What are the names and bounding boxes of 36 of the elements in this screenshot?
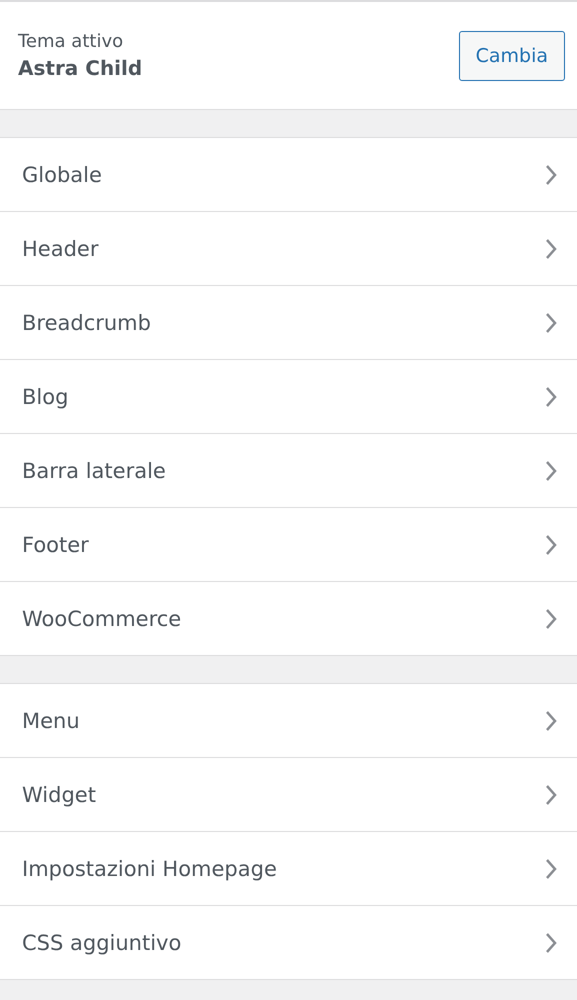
menu-item-label: WooCommerce <box>22 606 182 630</box>
menu-item[interactable]: Blog <box>0 360 577 434</box>
chevron-right-icon <box>545 460 557 482</box>
chevron-right-icon <box>545 312 557 334</box>
chevron-right-icon <box>545 784 557 806</box>
menu-item-label: Header <box>22 236 98 260</box>
menu-item-label: Globale <box>22 162 102 186</box>
menu-item-label: Impostazioni Homepage <box>22 856 277 880</box>
menu-item[interactable]: Widget <box>0 758 577 832</box>
chevron-right-icon <box>545 534 557 556</box>
chevron-right-icon <box>545 386 557 408</box>
menu-item[interactable]: Breadcrumb <box>0 286 577 360</box>
menu-item-label: Breadcrumb <box>22 310 151 334</box>
chevron-right-icon <box>545 608 557 630</box>
chevron-right-icon <box>545 164 557 186</box>
menu-item[interactable]: Globale <box>0 138 577 212</box>
menu-item[interactable]: Footer <box>0 508 577 582</box>
menu-item-label: Footer <box>22 532 89 556</box>
menu-item[interactable]: WooCommerce <box>0 582 577 656</box>
chevron-right-icon <box>545 932 557 954</box>
menu-item-label: Widget <box>22 782 96 806</box>
menu-item[interactable]: Impostazioni Homepage <box>0 832 577 906</box>
theme-name: Astra Child <box>18 56 142 80</box>
menu-item[interactable]: Barra laterale <box>0 434 577 508</box>
menu-item-label: CSS aggiuntivo <box>22 930 182 954</box>
menu-item-label: Menu <box>22 708 80 732</box>
menu-item[interactable]: Menu <box>0 684 577 758</box>
chevron-right-icon <box>545 710 557 732</box>
change-button[interactable]: Cambia <box>458 30 565 80</box>
menu-item[interactable]: CSS aggiuntivo <box>0 906 577 980</box>
menu-item-label: Barra laterale <box>22 458 166 482</box>
menu-item[interactable]: Header <box>0 212 577 286</box>
chevron-right-icon <box>545 858 557 880</box>
chevron-right-icon <box>545 238 557 260</box>
active-theme-label: Tema attivo <box>18 31 124 52</box>
menu-item-label: Blog <box>22 384 68 408</box>
